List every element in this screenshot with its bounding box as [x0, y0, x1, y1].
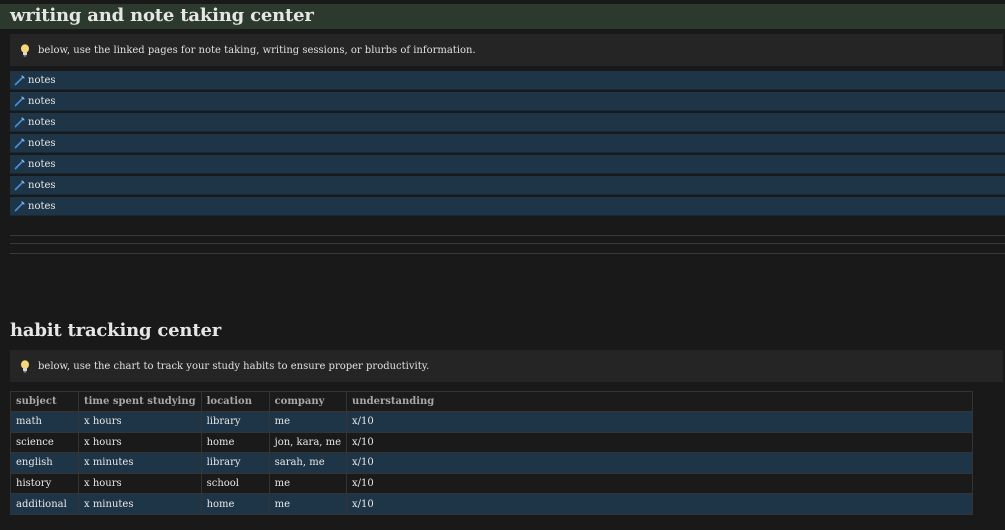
- table-cell[interactable]: library: [200, 411, 270, 433]
- writing-callout-text: below, use the linked pages for note tak…: [38, 44, 476, 56]
- habit-callout-text: below, use the chart to track your study…: [38, 360, 430, 372]
- table-cell[interactable]: x minutes: [78, 493, 202, 515]
- divider: [10, 235, 1005, 236]
- table-cell[interactable]: library: [200, 452, 270, 474]
- table-cell[interactable]: x hours: [78, 411, 202, 433]
- pencil-icon: [12, 179, 26, 191]
- pencil-icon: [12, 116, 26, 128]
- notes-page-link[interactable]: notes: [10, 113, 1005, 132]
- table-cell[interactable]: english: [10, 452, 79, 474]
- table-row: science x hours home jon, kara, me x/10: [10, 431, 973, 454]
- pencil-icon: [12, 137, 26, 149]
- table-row: math x hours library me x/10: [10, 411, 973, 433]
- divider: [10, 253, 1005, 254]
- table-row: english x minutes library sarah, me x/10: [10, 452, 973, 474]
- notes-page-link[interactable]: notes: [10, 176, 1005, 195]
- table-cell[interactable]: x hours: [78, 431, 202, 454]
- column-header[interactable]: understanding: [346, 391, 973, 412]
- table-cell[interactable]: history: [10, 472, 79, 495]
- table-cell[interactable]: x minutes: [78, 452, 202, 474]
- table-cell[interactable]: school: [200, 472, 270, 495]
- table-cell[interactable]: me: [268, 411, 348, 433]
- table-cell[interactable]: math: [10, 411, 79, 433]
- table-cell[interactable]: x/10: [346, 411, 973, 433]
- pencil-icon: [12, 200, 26, 212]
- habit-table: subject time spent studying location compan…: [10, 391, 973, 515]
- page: writing and note taking center below, us…: [0, 0, 1005, 530]
- table-cell[interactable]: additional: [10, 493, 79, 515]
- column-header[interactable]: time spent studying: [78, 391, 202, 412]
- lightbulb-icon: [12, 359, 38, 373]
- notes-link-label: notes: [28, 116, 56, 128]
- notes-page-link[interactable]: notes: [10, 155, 1005, 174]
- table-cell[interactable]: sarah, me: [268, 452, 348, 474]
- column-header[interactable]: subject: [10, 391, 79, 412]
- notes-page-link[interactable]: notes: [10, 92, 1005, 111]
- writing-section-title: writing and note taking center: [10, 5, 314, 26]
- table-row: history x hours school me x/10: [10, 472, 973, 495]
- table-cell[interactable]: x hours: [78, 472, 202, 495]
- table-header-row: subject time spent studying location compan…: [10, 391, 973, 412]
- habit-callout: below, use the chart to track your study…: [10, 350, 1003, 382]
- notes-link-label: notes: [28, 179, 56, 191]
- divider: [10, 243, 1005, 244]
- table-cell[interactable]: x/10: [346, 452, 973, 474]
- table-cell[interactable]: x/10: [346, 493, 973, 515]
- pencil-icon: [12, 74, 26, 86]
- column-header[interactable]: location: [200, 391, 270, 412]
- notes-page-link[interactable]: notes: [10, 71, 1005, 90]
- table-cell[interactable]: me: [268, 493, 348, 515]
- notes-list: notes notes notes notes notes notes notes: [10, 71, 1005, 218]
- table-cell[interactable]: me: [268, 472, 348, 495]
- table-cell[interactable]: x/10: [346, 431, 973, 454]
- notes-page-link[interactable]: notes: [10, 197, 1005, 216]
- notes-link-label: notes: [28, 95, 56, 107]
- notes-link-label: notes: [28, 137, 56, 149]
- table-cell[interactable]: home: [200, 431, 270, 454]
- notes-link-label: notes: [28, 158, 56, 170]
- table-cell[interactable]: home: [200, 493, 270, 515]
- writing-callout: below, use the linked pages for note tak…: [10, 34, 1003, 66]
- notes-link-label: notes: [28, 74, 56, 86]
- table-cell[interactable]: x/10: [346, 472, 973, 495]
- table-cell[interactable]: jon, kara, me: [268, 431, 348, 454]
- pencil-icon: [12, 95, 26, 107]
- lightbulb-icon: [12, 43, 38, 57]
- notes-link-label: notes: [28, 200, 56, 212]
- pencil-icon: [12, 158, 26, 170]
- table-row: additional x minutes home me x/10: [10, 493, 973, 515]
- notes-page-link[interactable]: notes: [10, 134, 1005, 153]
- habit-section-title: habit tracking center: [10, 320, 221, 341]
- table-cell[interactable]: science: [10, 431, 79, 454]
- column-header[interactable]: company: [268, 391, 348, 412]
